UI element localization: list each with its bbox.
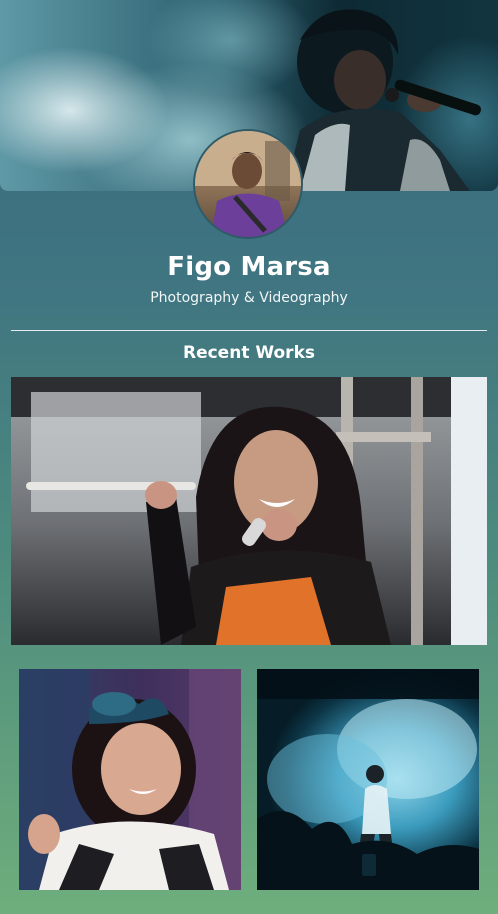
profile-avatar [193,129,303,239]
work-photo-right[interactable] [257,669,479,890]
stage-performer-illustration [11,377,487,645]
work-photo-main[interactable] [11,377,487,645]
recent-works-title: Recent Works [182,343,315,363]
profile-tagline: Photography & Videography [150,290,348,306]
blue-smoke-stage-illustration [257,669,479,890]
profile-page: Figo Marsa Photography & Videography Rec… [0,0,498,914]
work-photo-left[interactable] [19,669,241,890]
performer-bow-illustration [19,669,241,890]
avatar-illustration [195,131,301,237]
section-divider [11,330,487,331]
profile-name: Figo Marsa [167,252,331,282]
